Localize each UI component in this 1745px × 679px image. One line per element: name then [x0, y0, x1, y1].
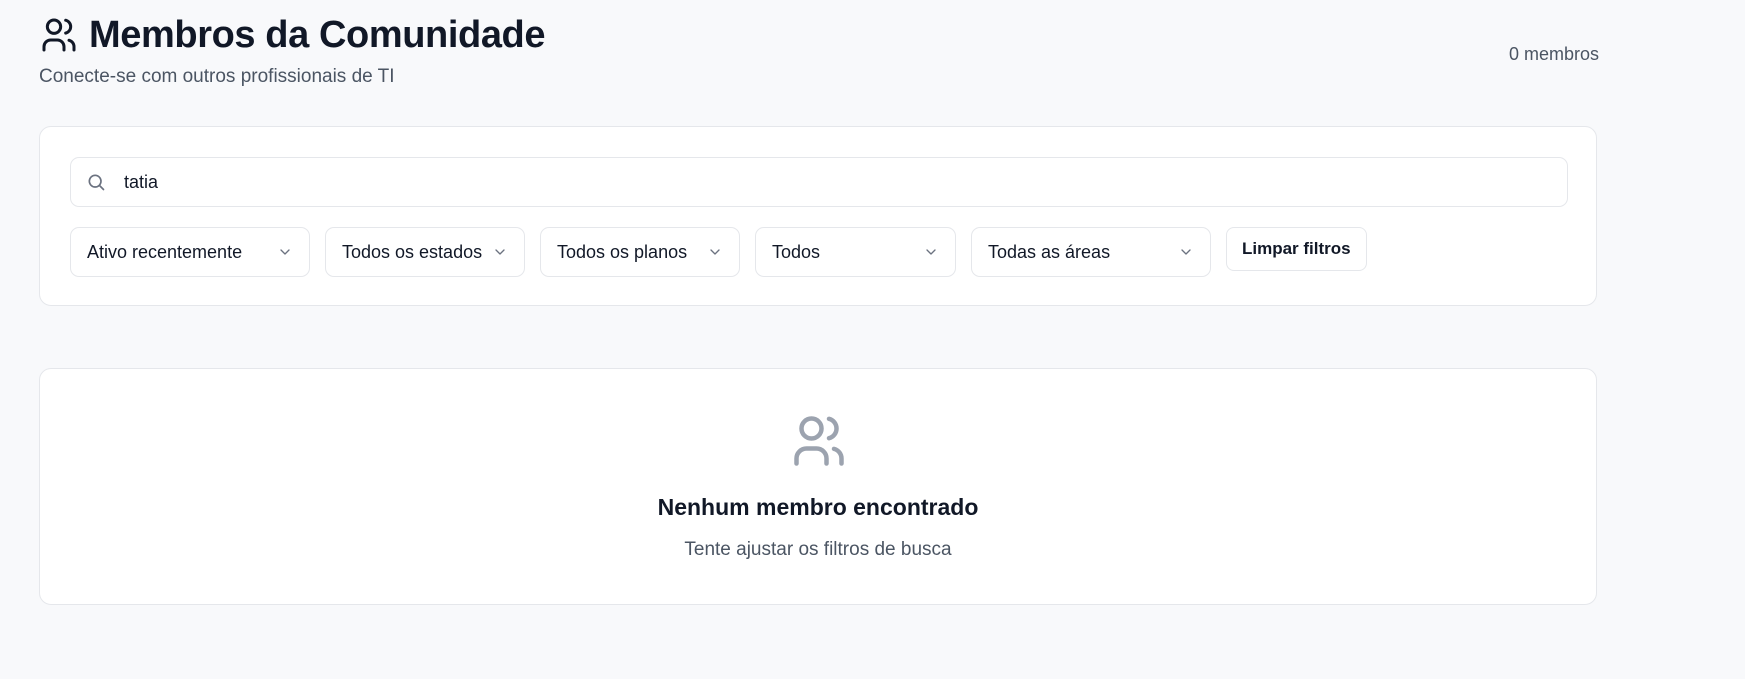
- filter-card: Ativo recentemente Todos os estados Todo…: [39, 126, 1597, 306]
- users-icon: [789, 411, 849, 471]
- state-select[interactable]: Todos os estados: [325, 227, 525, 277]
- empty-state-text: Tente ajustar os filtros de busca: [684, 539, 952, 560]
- activity-select[interactable]: Ativo recentemente: [70, 227, 310, 277]
- type-select-value: Todos: [772, 241, 821, 262]
- page-header: Membros da Comunidade Conecte-se com out…: [39, 12, 1599, 102]
- area-select[interactable]: Todas as áreas: [971, 227, 1211, 277]
- search-box[interactable]: [70, 157, 1568, 207]
- member-count: 0 membros: [1508, 44, 1599, 64]
- plan-select[interactable]: Todos os planos: [540, 227, 740, 277]
- filters-row: Ativo recentemente Todos os estados Todo…: [70, 227, 1367, 277]
- chevron-down-icon: [492, 244, 508, 260]
- chevron-down-icon: [707, 244, 723, 260]
- page-subtitle: Conecte-se com outros profissionais de T…: [39, 66, 395, 87]
- activity-select-value: Ativo recentemente: [87, 241, 243, 262]
- chevron-down-icon: [923, 244, 939, 260]
- plan-select-value: Todos os planos: [557, 241, 688, 262]
- chevron-down-icon: [1178, 244, 1194, 260]
- users-icon: [39, 15, 79, 55]
- chevron-down-icon: [277, 244, 293, 260]
- area-select-value: Todas as áreas: [988, 241, 1111, 262]
- clear-filters-button[interactable]: Limpar filtros: [1226, 227, 1367, 271]
- state-select-value: Todos os estados: [342, 241, 483, 262]
- empty-state-card: Nenhum membro encontrado Tente ajustar o…: [39, 368, 1597, 605]
- title-row: Membros da Comunidade: [39, 12, 1599, 58]
- page-title: Membros da Comunidade: [89, 14, 546, 56]
- type-select[interactable]: Todos: [755, 227, 956, 277]
- empty-state-title: Nenhum membro encontrado: [657, 494, 979, 520]
- search-icon: [86, 172, 106, 192]
- search-input[interactable]: [122, 170, 1526, 194]
